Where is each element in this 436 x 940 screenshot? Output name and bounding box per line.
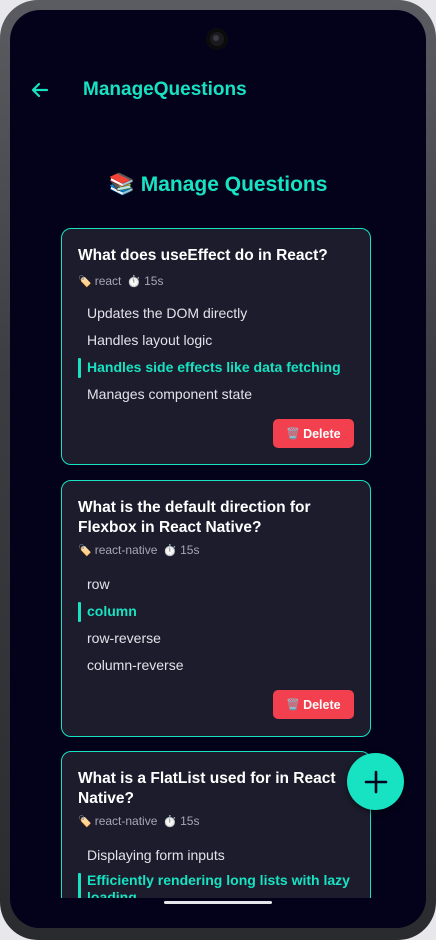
delete-label: Delete	[303, 697, 341, 712]
question-meta: 🏷️ react-native ⏱️ 15s	[78, 814, 199, 828]
question-time: 15s	[180, 543, 200, 557]
question-meta: 🏷️ react-native ⏱️ 15s	[78, 543, 199, 557]
option-item: row-reverse	[87, 630, 161, 646]
question-title: What is a FlatList used for in React Nat…	[78, 770, 336, 807]
option-item: Updates the DOM directly	[87, 305, 248, 321]
page-heading-text: Manage Questions	[140, 173, 328, 196]
back-button[interactable]	[28, 78, 52, 102]
page-heading: 📚 Manage Questions	[10, 172, 426, 197]
tag-icon: 🏷️	[78, 274, 92, 288]
phone-frame: ManageQuestions 📚 Manage Questions What d…	[0, 0, 436, 940]
app-header: ManageQuestions	[10, 68, 426, 112]
question-tag: react-native	[94, 814, 158, 828]
question-card: What does useEffect do in React? 🏷️ reac…	[61, 228, 371, 465]
question-title: What does useEffect do in React?	[78, 247, 328, 264]
question-title: What is the default direction for Flexbo…	[78, 499, 311, 536]
question-tag: react-native	[94, 543, 158, 557]
trash-icon: 🗑️	[286, 427, 301, 440]
question-tag: react	[94, 274, 122, 288]
option-item: Displaying form inputs	[87, 847, 225, 863]
arrow-left-icon	[31, 82, 49, 98]
app-screen: ManageQuestions 📚 Manage Questions What d…	[10, 10, 426, 928]
front-camera	[206, 28, 228, 50]
question-card: What is the default direction for Flexbo…	[61, 480, 371, 737]
option-item: Handles layout logic	[87, 332, 213, 348]
home-indicator[interactable]	[164, 901, 272, 904]
tag-icon: 🏷️	[78, 814, 92, 828]
books-icon: 📚	[108, 172, 135, 196]
options-list: row column row-reverse column-reverse	[78, 571, 358, 679]
tag-icon: 🏷️	[78, 543, 92, 557]
delete-button[interactable]: 🗑️ Delete	[273, 419, 354, 448]
add-question-button[interactable]	[347, 753, 404, 810]
option-item: column-reverse	[87, 657, 184, 673]
header-title: ManageQuestions	[83, 79, 247, 100]
timer-icon: ⏱️	[163, 543, 178, 557]
question-time: 15s	[144, 274, 164, 288]
delete-button[interactable]: 🗑️ Delete	[273, 690, 354, 719]
option-item: row	[87, 576, 110, 592]
question-meta: 🏷️ react ⏱️ 15s	[78, 274, 163, 288]
correct-option-item: column	[78, 598, 358, 625]
correct-option-item: Handles side effects like data fetching	[78, 354, 358, 381]
trash-icon: 🗑️	[286, 698, 301, 711]
plus-icon	[364, 770, 387, 793]
question-time: 15s	[180, 814, 200, 828]
timer-icon: ⏱️	[163, 814, 178, 828]
delete-label: Delete	[303, 426, 341, 441]
options-list: Updates the DOM directly Handles layout …	[78, 300, 358, 408]
option-item: Manages component state	[87, 386, 252, 402]
timer-icon: ⏱️	[127, 274, 142, 288]
